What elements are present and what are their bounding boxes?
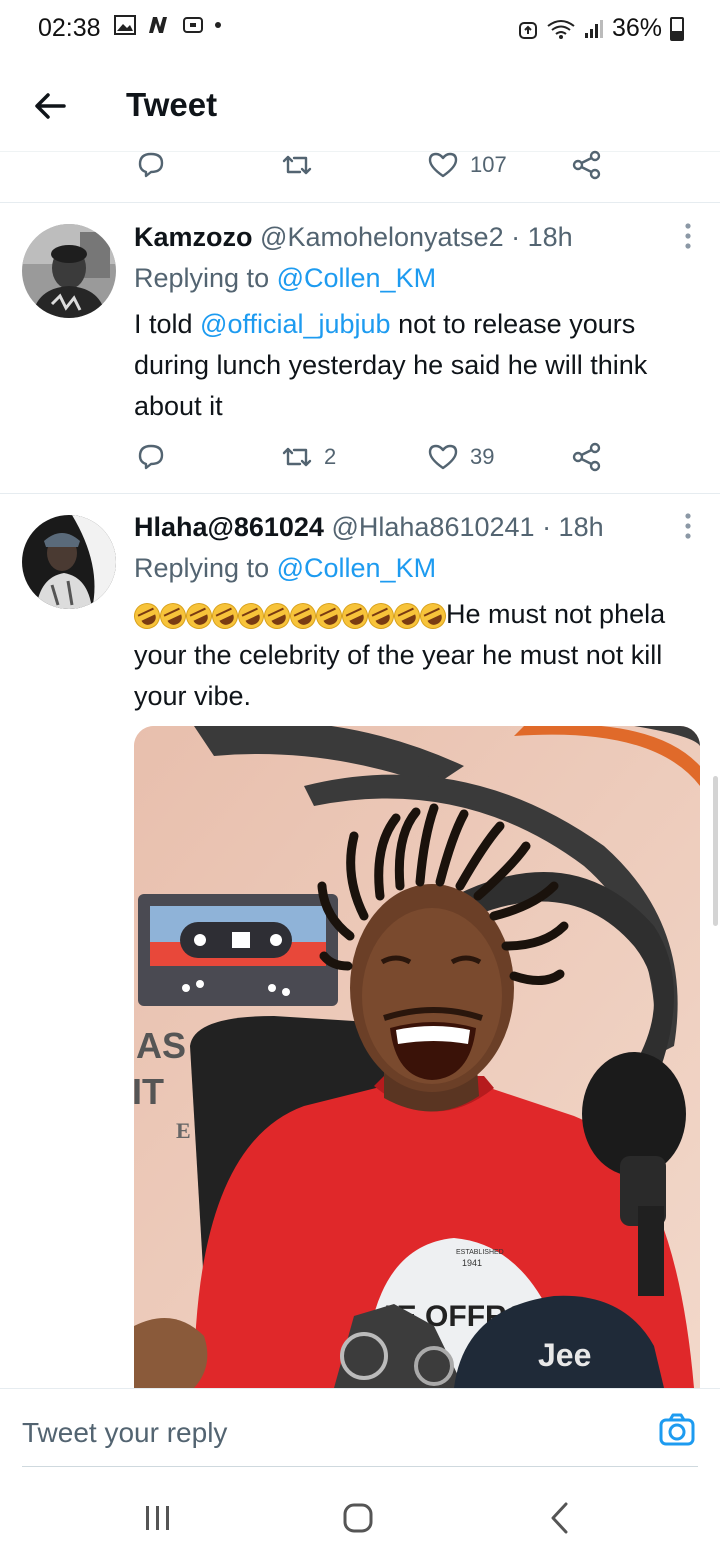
signal-icon bbox=[584, 19, 603, 38]
media-photo: AS IT E ESTABLISHED 1941 JE OFFROAD Jee bbox=[134, 726, 700, 1388]
wall-letters-2: IT bbox=[134, 1071, 164, 1112]
replying-to: Replying to @Collen_KM bbox=[134, 263, 436, 294]
shirt-small-text: ESTABLISHED bbox=[456, 1249, 504, 1256]
replying-to-link[interactable]: @Collen_KM bbox=[277, 263, 436, 293]
battery-percent: 36% bbox=[611, 14, 662, 42]
battery-icon bbox=[670, 16, 684, 41]
retweet-count: 2 bbox=[324, 444, 337, 469]
like-button[interactable]: 39 bbox=[426, 440, 494, 474]
gallery-icon bbox=[114, 15, 136, 35]
reply-icon bbox=[138, 152, 164, 178]
scrollbar[interactable] bbox=[713, 776, 718, 926]
retweet-icon bbox=[282, 447, 312, 467]
display-name[interactable]: Kamzozo bbox=[134, 222, 253, 252]
back-arrow-icon[interactable] bbox=[30, 84, 74, 128]
more-options-icon[interactable] bbox=[684, 222, 692, 252]
like-count: 39 bbox=[470, 444, 495, 469]
user-handle[interactable]: @Hlaha8610241 bbox=[331, 512, 534, 542]
shirt-year: 1941 bbox=[462, 1258, 482, 1268]
reply-button[interactable] bbox=[134, 440, 168, 474]
tweet-time: · 18h bbox=[511, 222, 573, 252]
tweet-text: He must not phela your the celebrity of … bbox=[129, 594, 700, 717]
share-icon bbox=[572, 442, 601, 472]
status-bar: 02:38 36% bbox=[0, 0, 720, 60]
android-nav-bar bbox=[0, 1470, 720, 1560]
like-button[interactable]: 107 bbox=[426, 148, 507, 182]
reply-icon bbox=[138, 444, 164, 470]
screen-capture-icon bbox=[183, 17, 203, 33]
retweet-icon bbox=[282, 155, 312, 175]
replying-to-link[interactable]: @Collen_KM bbox=[277, 553, 436, 583]
tweet-text: I told @official_jubjub not to release y… bbox=[134, 304, 694, 427]
replying-label: Replying to bbox=[134, 263, 277, 293]
reply-underline bbox=[22, 1466, 698, 1467]
notification-icons bbox=[114, 15, 222, 35]
dot-icon bbox=[215, 22, 221, 28]
alarm-icon bbox=[518, 21, 537, 39]
camera-icon[interactable] bbox=[658, 1411, 696, 1449]
avatar[interactable] bbox=[22, 224, 116, 318]
page-title: Tweet bbox=[126, 86, 218, 123]
reply-composer: Tweet your reply bbox=[0, 1388, 720, 1470]
back-nav-icon[interactable] bbox=[540, 1498, 580, 1538]
display-name[interactable]: Hlaha@861024 bbox=[134, 512, 324, 542]
avatar[interactable] bbox=[22, 515, 116, 609]
tweet-action-row: 2 39 bbox=[134, 440, 614, 480]
divider bbox=[0, 493, 720, 494]
more-options-icon[interactable] bbox=[684, 512, 692, 542]
status-right: 36% bbox=[518, 14, 684, 43]
tweet-header: Kamzozo @Kamohelonyatse2 · 18h bbox=[134, 222, 573, 253]
heart-icon bbox=[428, 444, 458, 470]
tweet-time: · 18h bbox=[542, 512, 604, 542]
news-icon bbox=[149, 17, 167, 33]
wall-letter-3: E bbox=[176, 1118, 191, 1143]
reply-input[interactable]: Tweet your reply bbox=[22, 1417, 227, 1449]
share-button[interactable] bbox=[570, 440, 604, 474]
top-action-row: 107 bbox=[134, 148, 614, 188]
user-handle[interactable]: @Kamohelonyatse2 bbox=[260, 222, 504, 252]
recent-apps-icon[interactable] bbox=[138, 1498, 178, 1538]
tweet-header: Hlaha@861024 @Hlaha8610241 · 18h bbox=[134, 512, 604, 543]
laughing-emoji-row bbox=[129, 598, 451, 634]
mention-link[interactable]: @official_jubjub bbox=[200, 309, 391, 339]
retweet-button[interactable]: 2 bbox=[280, 440, 336, 474]
share-button[interactable] bbox=[570, 148, 604, 182]
tweet-media-image[interactable]: AS IT E ESTABLISHED 1941 JE OFFROAD Jee bbox=[134, 726, 700, 1388]
divider bbox=[0, 202, 720, 203]
home-icon[interactable] bbox=[338, 1498, 378, 1538]
share-icon bbox=[572, 150, 601, 180]
replying-label: Replying to bbox=[134, 553, 277, 583]
wifi-icon bbox=[547, 19, 575, 39]
like-count: 107 bbox=[470, 152, 507, 177]
heart-icon bbox=[428, 152, 458, 178]
tweet-text-start: I told bbox=[134, 309, 201, 339]
replying-to: Replying to @Collen_KM bbox=[134, 553, 436, 584]
cap-brand-text: Jee bbox=[538, 1337, 591, 1373]
status-time: 02:38 bbox=[38, 14, 101, 42]
wall-letters-1: AS bbox=[136, 1025, 186, 1066]
reply-button[interactable] bbox=[134, 148, 168, 182]
retweet-button[interactable] bbox=[280, 148, 314, 182]
header: Tweet bbox=[0, 60, 720, 152]
